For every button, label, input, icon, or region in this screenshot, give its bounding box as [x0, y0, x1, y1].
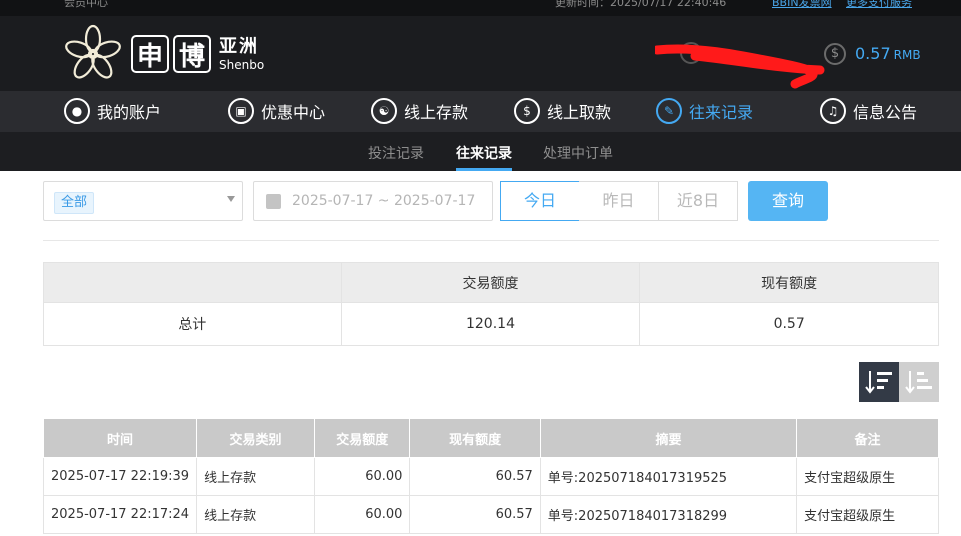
remark-cell: 支付宝超级原生 [796, 457, 939, 496]
nav-my-account[interactable]: ● 我的账户 [64, 96, 161, 126]
nav-records[interactable]: ✎ 往来记录 [656, 96, 753, 126]
tab-transaction-records[interactable]: 往来记录 [456, 143, 512, 163]
sub-nav: 投注记录 往来记录 处理中订单 [0, 132, 961, 171]
summary-header: 交易额度 [340, 262, 641, 303]
summary-text-cell: 单号:202507184017318299 [539, 495, 798, 534]
top-strip: 会员中心 更新时间：2025/07/17 22:40:46 BBIN发票网 更多… [0, 0, 961, 16]
main-nav: ● 我的账户 ▣ 优惠中心 ☯ 线上存款 $ 线上取款 ✎ 往来记录 ♫ 信息公… [0, 91, 961, 132]
column-header[interactable]: 备注 [796, 418, 939, 458]
logo-char-1: 申 [131, 35, 169, 73]
bbin-link[interactable]: BBIN发票网 [772, 0, 832, 10]
balance-cell: 60.57 [409, 495, 541, 534]
deposit-icon: ☯ [371, 98, 397, 124]
user-icon: ● [64, 98, 90, 124]
active-tab-underline [456, 168, 512, 171]
tab-bet-records[interactable]: 投注记录 [368, 143, 424, 163]
today-button[interactable]: 今日 [500, 181, 580, 221]
records-icon: ✎ [656, 98, 682, 124]
nav-label: 线上取款 [547, 103, 612, 122]
balance-currency: RMB [893, 48, 921, 62]
sort-descending-icon [865, 371, 892, 394]
logo-text: 亚洲 Shenbo [219, 35, 265, 72]
column-header[interactable]: 时间 [42, 418, 198, 458]
balance-value: 0.57 [855, 44, 891, 63]
type-cell: 线上存款 [196, 457, 316, 496]
nav-label: 我的账户 [97, 103, 162, 122]
yesterday-button[interactable]: 昨日 [579, 181, 659, 221]
search-button[interactable]: 查询 [748, 181, 828, 221]
summary-table: 交易额度 现有额度 总计 120.14 0.57 [43, 262, 939, 346]
site-logo[interactable]: 申 博 亚洲 Shenbo [63, 24, 264, 84]
nav-label: 信息公告 [853, 103, 918, 122]
records-header-row: 时间 交易类别 交易额度 现有额度 摘要 备注 [42, 418, 939, 458]
update-time-text: 更新时间：2025/07/17 22:40:46 [555, 0, 727, 9]
summary-header-row: 交易额度 现有额度 [43, 262, 939, 303]
table-row: 2025-07-17 22:19:39 线上存款 60.00 60.57 单号:… [42, 457, 939, 496]
column-header[interactable]: 摘要 [539, 418, 798, 458]
logo-text-en: Shenbo [219, 57, 265, 72]
summary-header: 现有额度 [639, 262, 939, 303]
nav-label: 线上存款 [404, 103, 469, 122]
date-range-value: 2025-07-17 ~ 2025-07-17 [292, 193, 476, 209]
column-header[interactable]: 交易类别 [196, 418, 316, 458]
nav-label: 优惠中心 [261, 103, 326, 122]
sort-ascending-button[interactable] [899, 362, 939, 402]
nav-deposit[interactable]: ☯ 线上存款 [371, 96, 468, 126]
sort-descending-button[interactable] [859, 362, 899, 402]
remark-cell: 支付宝超级原生 [796, 495, 939, 534]
date-range-input[interactable]: 2025-07-17 ~ 2025-07-17 [253, 181, 493, 221]
summary-total-row: 总计 120.14 0.57 [43, 302, 939, 346]
time-cell: 2025-07-17 22:19:39 [42, 457, 198, 496]
nav-promotions[interactable]: ▣ 优惠中心 [228, 96, 325, 126]
balance-cell: 60.57 [409, 457, 541, 496]
amount-cell: 60.00 [314, 457, 411, 496]
summary-header [43, 262, 342, 303]
redaction-scribble [655, 44, 825, 89]
nav-withdraw[interactable]: $ 线上取款 [514, 96, 611, 126]
type-select[interactable]: 全部 [43, 181, 243, 221]
time-cell: 2025-07-17 22:17:24 [42, 495, 198, 534]
amount-cell: 60.00 [314, 495, 411, 534]
logo-text-zh: 亚洲 [219, 35, 259, 57]
table-row: 2025-07-17 22:17:24 线上存款 60.00 60.57 单号:… [42, 495, 939, 534]
divider [43, 240, 939, 241]
chevron-down-icon [227, 196, 235, 202]
bell-icon: ♫ [820, 98, 846, 124]
site-header: 申 博 亚洲 Shenbo $ 0.57 RMB [0, 16, 961, 91]
dollar-icon: $ [824, 43, 846, 65]
flower-logo-icon [65, 24, 121, 79]
summary-text-cell: 单号:202507184017319525 [539, 457, 798, 496]
withdraw-icon: $ [514, 98, 540, 124]
records-table: 时间 交易类别 交易额度 现有额度 摘要 备注 2025-07-17 22:19… [42, 418, 939, 534]
logo-char-2: 博 [173, 35, 211, 73]
type-cell: 线上存款 [196, 495, 316, 534]
account-balance: 0.57 RMB [855, 44, 921, 63]
gift-icon: ▣ [228, 98, 254, 124]
sort-ascending-icon [905, 371, 932, 394]
column-header[interactable]: 现有额度 [409, 418, 541, 458]
calendar-icon [266, 194, 281, 209]
summary-cell: 0.57 [639, 302, 939, 346]
nav-announcements[interactable]: ♫ 信息公告 [820, 96, 917, 126]
member-center-text: 会员中心 [64, 0, 108, 9]
summary-cell: 120.14 [340, 302, 641, 346]
summary-cell: 总计 [43, 302, 342, 346]
tab-pending-orders[interactable]: 处理中订单 [543, 143, 613, 163]
more-pay-link[interactable]: 更多支付服务 [846, 0, 912, 10]
last-8-days-button[interactable]: 近8日 [658, 181, 738, 221]
nav-label: 往来记录 [689, 103, 754, 122]
type-select-value: 全部 [54, 192, 95, 214]
column-header[interactable]: 交易额度 [314, 418, 411, 458]
